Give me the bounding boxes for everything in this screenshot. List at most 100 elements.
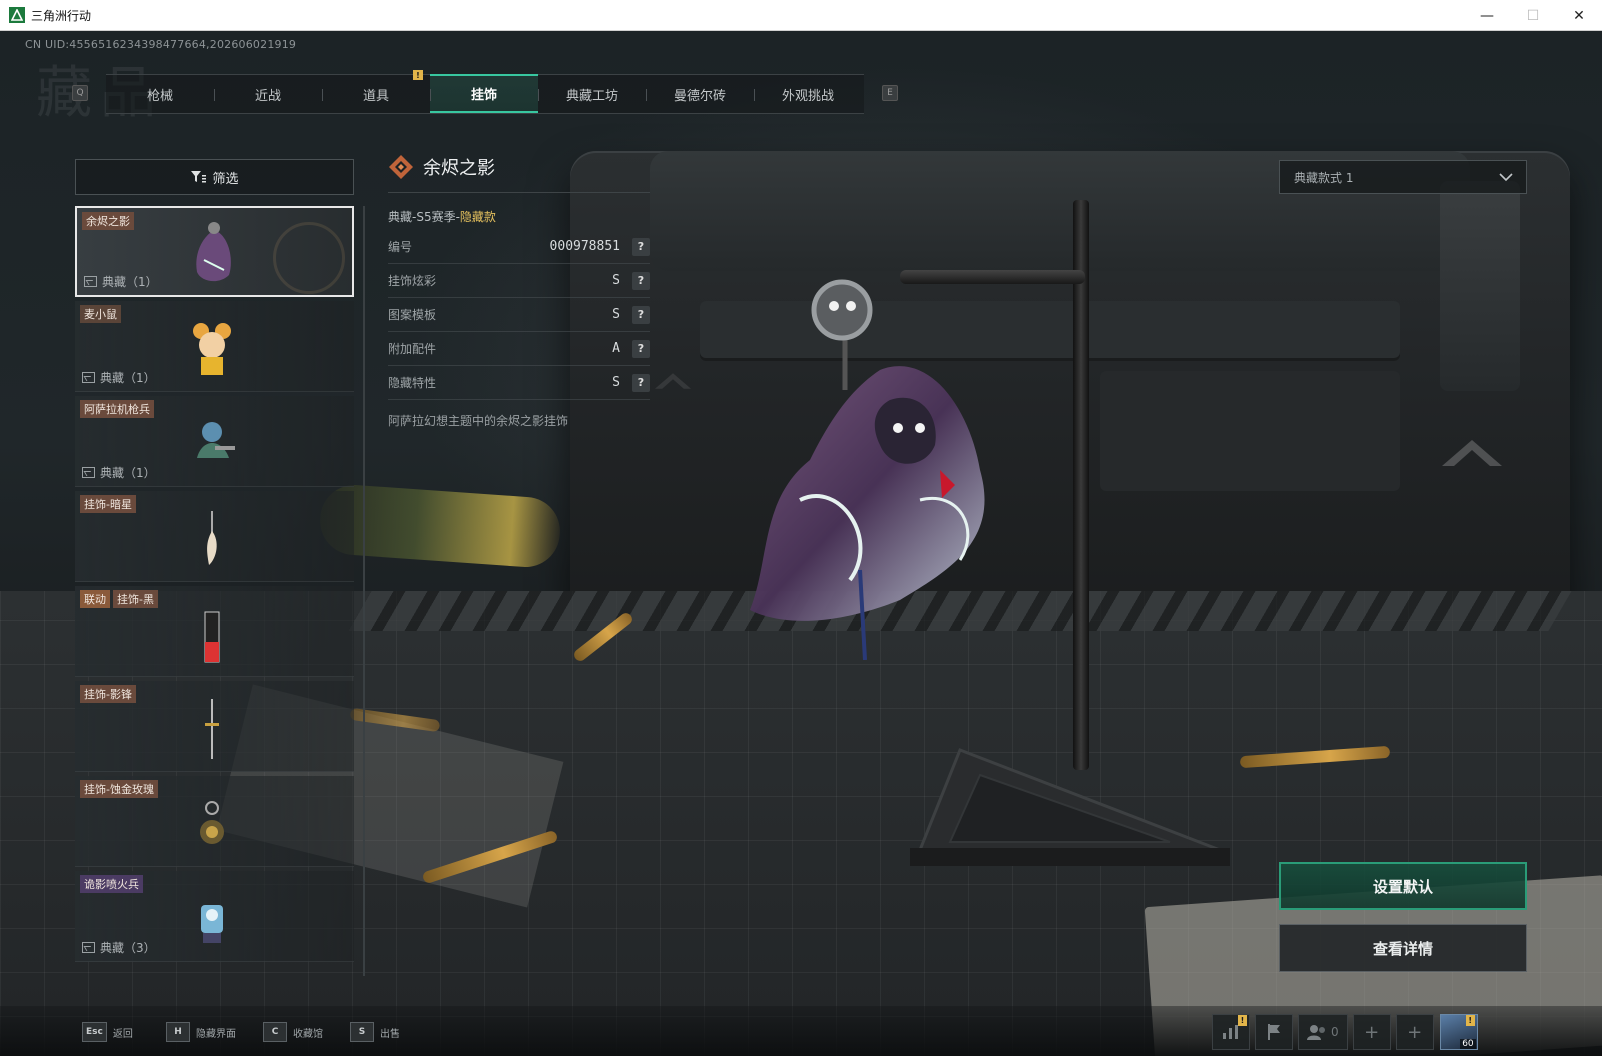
list-item-mouse[interactable]: 麦小鼠 典藏（1） (75, 301, 354, 392)
window-title: 三角洲行动 (31, 8, 92, 23)
maximize-button[interactable]: ☐ (1510, 0, 1556, 31)
h-key: H (166, 1022, 190, 1042)
flag-icon (1268, 1024, 1280, 1040)
help-icon[interactable]: ? (632, 373, 650, 392)
style-variant-select[interactable]: 典藏款式 1 (1279, 160, 1527, 194)
attribute-value: 000978851 (549, 239, 620, 254)
detail-divider (388, 192, 650, 193)
tab-melee[interactable]: 近战 (214, 75, 322, 113)
item-name-tag: 挂饰-影锋 (80, 685, 136, 703)
help-icon[interactable]: ? (632, 271, 650, 290)
bar-chart-icon (1223, 1025, 1238, 1039)
friends-button[interactable]: 0 (1298, 1014, 1348, 1050)
filter-label: 筛选 (212, 171, 239, 187)
item-thumbnail (207, 511, 217, 565)
list-item-black[interactable]: 联动 挂饰-黑 (75, 586, 354, 677)
flag-button[interactable] (1255, 1014, 1293, 1050)
friends-count: 0 (1331, 1025, 1339, 1039)
category-tabs: 枪械 近战 道具 挂饰 典藏工坊 曼德尔砖 外观挑战 (106, 74, 864, 114)
tab-mandel-bricks[interactable]: 曼德尔砖 (646, 75, 754, 113)
item-thumbnail (201, 905, 223, 943)
hint-sell[interactable]: S 出售 (350, 1022, 400, 1042)
crate-latch (1440, 181, 1520, 391)
tab-charms[interactable]: 挂饰 (430, 74, 538, 113)
item-thumbnail (193, 323, 231, 375)
ember-shadow-charm-model[interactable] (730, 240, 1030, 660)
attribute-value: S (612, 307, 620, 322)
window-titlebar: 三角洲行动 — ☐ ✕ (0, 0, 1602, 31)
item-collection-count: 典藏（1） (100, 466, 156, 480)
player-avatar[interactable]: ! 60 (1439, 1014, 1478, 1050)
filter-button[interactable]: 筛选 (75, 159, 354, 195)
help-icon[interactable]: ? (632, 339, 650, 358)
collection-emblem-icon (273, 222, 345, 294)
hint-back[interactable]: Esc 返回 (82, 1022, 133, 1042)
help-icon[interactable]: ? (632, 305, 650, 324)
list-item-dark-star[interactable]: 挂饰-暗星 (75, 491, 354, 582)
hint-hide-ui[interactable]: H 隐藏界面 (166, 1022, 236, 1042)
item-name-tag: 诡影喷火兵 (80, 875, 143, 893)
item-thumbnail (196, 222, 231, 282)
collection-image-icon (84, 276, 97, 287)
attribute-row-hidden-trait: 隐藏特性 S ? (388, 366, 650, 400)
list-item-ember-shadow[interactable]: 余烬之影 典藏（1） (75, 206, 354, 297)
list-item-asara-gunner[interactable]: 阿萨拉机枪兵 典藏（1） (75, 396, 354, 487)
item-thumbnail (197, 422, 235, 458)
attribute-label: 挂饰炫彩 (388, 274, 437, 288)
hint-label: 收藏馆 (293, 1028, 323, 1040)
item-name-tag: 挂饰-蚀金玫瑰 (80, 780, 158, 798)
item-name-tag: 阿萨拉机枪兵 (80, 400, 154, 418)
style-variant-value: 典藏款式 1 (1294, 170, 1354, 185)
system-tray: ! 0 + + ! 60 (1207, 1014, 1478, 1050)
tab-notification-badge: ! (413, 70, 423, 80)
crate-arrow-icon (655, 373, 691, 389)
item-description: 阿萨拉幻想主题中的余烬之影挂饰 (388, 414, 569, 428)
hint-label: 返回 (112, 1028, 133, 1040)
esc-key: Esc (82, 1022, 107, 1042)
help-icon[interactable]: ? (632, 237, 650, 256)
attribute-label: 隐藏特性 (388, 376, 437, 390)
player-level: 60 (1460, 1039, 1476, 1049)
attribute-label: 附加配件 (388, 342, 437, 356)
attribute-label: 图案模板 (388, 308, 437, 322)
view-details-button[interactable]: 查看详情 (1279, 924, 1527, 972)
collection-diamond-icon (389, 155, 413, 179)
item-collection-count: 典藏（3） (100, 941, 156, 955)
item-name-tag: 麦小鼠 (80, 305, 121, 323)
next-tab-key-hint[interactable]: E (882, 85, 898, 101)
close-button[interactable]: ✕ (1556, 0, 1602, 31)
add-slot-button[interactable]: + (1352, 1014, 1391, 1050)
item-name-tag: 挂饰-暗星 (80, 495, 136, 513)
crate-arrow-icon (1442, 440, 1502, 466)
set-default-button[interactable]: 设置默认 (1279, 862, 1527, 910)
series-prefix: 典藏-S5赛季- (388, 210, 460, 224)
hint-label: 隐藏界面 (196, 1028, 236, 1040)
display-stand-base (910, 748, 1230, 866)
attribute-row-pattern-template: 图案模板 S ? (388, 298, 650, 332)
app-logo-icon (9, 7, 25, 23)
c-key: C (263, 1022, 287, 1042)
tab-firearms[interactable]: 枪械 (106, 75, 214, 113)
item-thumbnail (204, 611, 220, 663)
crate-panel (1100, 371, 1400, 491)
detail-header: 余烬之影 (388, 154, 495, 180)
notification-badge: ! (1465, 1015, 1475, 1026)
stats-button[interactable]: ! (1212, 1014, 1250, 1050)
tab-appearance-challenges[interactable]: 外观挑战 (754, 75, 862, 113)
hint-collection-hall[interactable]: C 收藏馆 (263, 1022, 323, 1042)
attribute-row-accessory: 附加配件 A ? (388, 332, 650, 366)
item-name-tag: 挂饰-黑 (113, 590, 158, 608)
s-key: S (350, 1022, 374, 1042)
list-item-shadow-blade[interactable]: 挂饰-影锋 (75, 681, 354, 772)
tab-collection-workshop[interactable]: 典藏工坊 (538, 75, 646, 113)
item-thumbnail (205, 699, 219, 759)
attribute-row-charm-color: 挂饰炫彩 S ? (388, 264, 650, 298)
list-item-flamethrower[interactable]: 诡影喷火兵 典藏（3） (75, 871, 354, 962)
list-item-gold-rose[interactable]: 挂饰-蚀金玫瑰 (75, 776, 354, 867)
tab-items[interactable]: 道具 (322, 75, 430, 113)
prev-tab-key-hint[interactable]: Q (72, 85, 88, 101)
charm-list: 余烬之影 典藏（1） 麦小鼠 典藏（1） 阿萨拉机枪兵 典藏（1） 挂饰-暗星 … (75, 206, 355, 986)
minimize-button[interactable]: — (1464, 0, 1510, 31)
add-slot-button[interactable]: + (1395, 1014, 1434, 1050)
list-scrollbar[interactable] (363, 206, 365, 976)
